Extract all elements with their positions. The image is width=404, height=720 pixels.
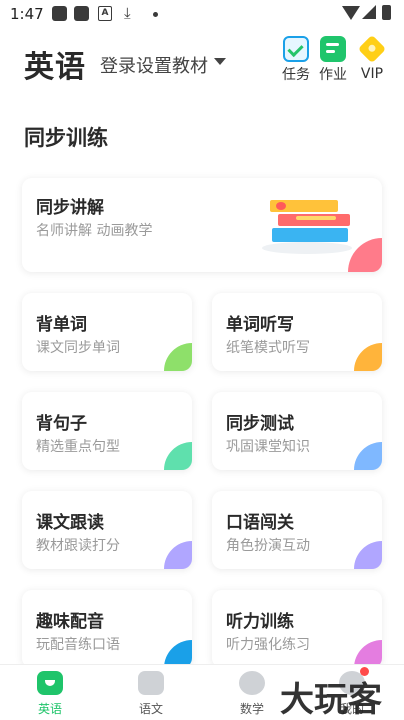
card-subtitle: 玩配音练口语 bbox=[36, 637, 120, 653]
homework-button[interactable]: 作业 bbox=[313, 36, 353, 86]
card-corner-leaf bbox=[164, 442, 192, 470]
a-notification-icon: A bbox=[98, 6, 112, 21]
battery-icon bbox=[382, 5, 391, 20]
card-memorize-words[interactable]: 背单词 课文同步单词 bbox=[22, 293, 192, 371]
books-illustration-icon bbox=[262, 186, 362, 258]
tab-label: 英语 bbox=[37, 702, 62, 716]
card-text-read-along[interactable]: 课文跟读 教材跟读打分 bbox=[22, 491, 192, 569]
vip-button[interactable]: VIP bbox=[352, 34, 392, 86]
card-title: 背句子 bbox=[36, 414, 87, 434]
card-oral-challenge[interactable]: 口语闯关 角色扮演互动 bbox=[212, 491, 382, 569]
tab-chinese[interactable]: 语文 bbox=[121, 671, 181, 717]
card-corner-leaf bbox=[164, 541, 192, 569]
task-icon bbox=[283, 36, 309, 62]
textbook-selector[interactable]: 登录设置教材 bbox=[100, 52, 208, 78]
card-corner-leaf bbox=[354, 442, 382, 470]
card-title: 口语闯关 bbox=[226, 513, 294, 533]
more-notifications-dot-icon bbox=[153, 12, 158, 17]
card-subtitle: 教材跟读打分 bbox=[36, 538, 120, 554]
math-icon bbox=[239, 671, 265, 695]
card-subtitle: 名师讲解 动画教学 bbox=[36, 223, 153, 239]
tab-label: 语文 bbox=[138, 702, 163, 716]
section-title-text: 同步训练 bbox=[24, 126, 108, 150]
home-icon bbox=[37, 671, 63, 695]
subject-title[interactable]: 英语 bbox=[24, 42, 86, 86]
card-memorize-sentences[interactable]: 背句子 精选重点句型 bbox=[22, 392, 192, 470]
card-corner-leaf bbox=[164, 343, 192, 371]
tab-math[interactable]: 数学 bbox=[222, 671, 282, 717]
card-title: 单词听写 bbox=[226, 315, 294, 335]
notification-icon bbox=[74, 6, 89, 21]
card-title: 同步测试 bbox=[226, 414, 294, 434]
book-icon bbox=[138, 671, 164, 695]
card-word-dictation[interactable]: 单词听写 纸笔模式听写 bbox=[212, 293, 382, 371]
task-label: 任务 bbox=[282, 67, 310, 83]
card-corner-leaf bbox=[354, 541, 382, 569]
card-sync-lecture[interactable]: 同步讲解 名师讲解 动画教学 bbox=[22, 178, 382, 272]
watermark-logo: 大玩客 bbox=[280, 680, 382, 720]
homework-label: 作业 bbox=[319, 67, 347, 83]
status-bar: 1:47 A ⤓ bbox=[0, 0, 404, 28]
homework-icon bbox=[320, 36, 346, 62]
card-title: 课文跟读 bbox=[36, 513, 104, 533]
card-subtitle: 精选重点句型 bbox=[36, 439, 120, 455]
vip-label: VIP bbox=[360, 66, 384, 82]
vip-diamond-icon bbox=[357, 34, 387, 64]
card-subtitle: 纸笔模式听写 bbox=[226, 340, 310, 356]
card-title: 听力训练 bbox=[226, 612, 294, 632]
wifi-icon bbox=[342, 6, 360, 20]
tab-label: 数学 bbox=[239, 702, 264, 716]
tab-english[interactable]: 英语 bbox=[20, 671, 80, 717]
card-subtitle: 角色扮演互动 bbox=[226, 538, 310, 554]
download-icon: ⤓ bbox=[124, 4, 131, 22]
card-title: 趣味配音 bbox=[36, 612, 104, 632]
card-subtitle: 巩固课堂知识 bbox=[226, 439, 310, 455]
signal-icon bbox=[362, 5, 376, 19]
card-fun-dubbing[interactable]: 趣味配音 玩配音练口语 bbox=[22, 590, 192, 668]
card-subtitle: 听力强化练习 bbox=[226, 637, 310, 653]
card-sync-test[interactable]: 同步测试 巩固课堂知识 bbox=[212, 392, 382, 470]
card-title: 同步讲解 bbox=[36, 198, 104, 218]
card-subtitle: 课文同步单词 bbox=[36, 340, 120, 356]
notification-icon bbox=[52, 6, 67, 21]
card-title: 背单词 bbox=[36, 315, 87, 335]
status-time: 1:47 bbox=[10, 5, 44, 23]
card-corner-leaf bbox=[354, 343, 382, 371]
chevron-down-icon[interactable] bbox=[214, 58, 226, 65]
card-listening-training[interactable]: 听力训练 听力强化练习 bbox=[212, 590, 382, 668]
section-title: 同步训练 bbox=[24, 122, 108, 152]
task-button[interactable]: 任务 bbox=[276, 36, 316, 86]
